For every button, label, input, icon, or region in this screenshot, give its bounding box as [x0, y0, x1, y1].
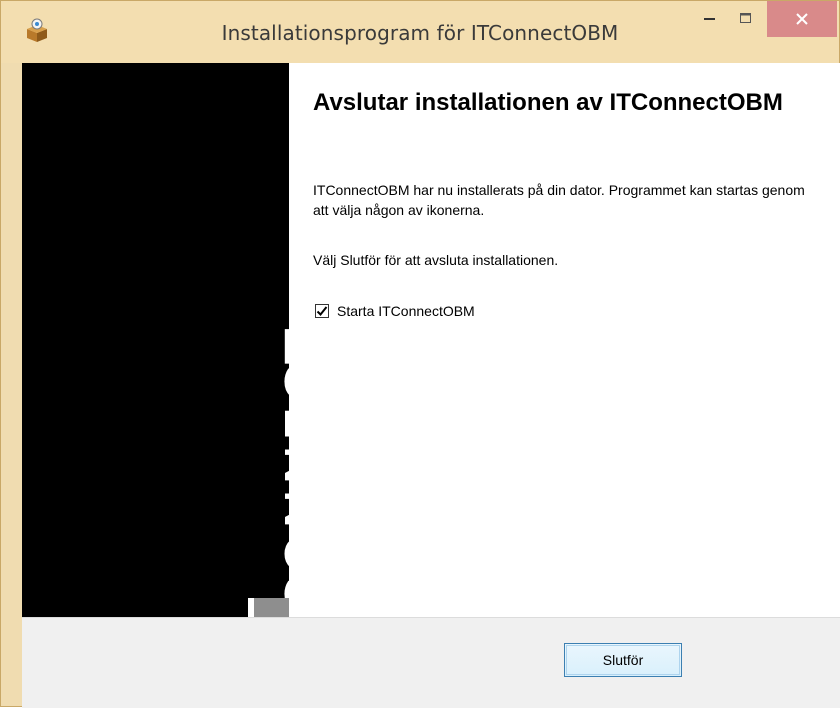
installer-client-area: CONNECT Avslutar installationen av ITCon…	[22, 63, 840, 708]
finish-button[interactable]: Slutför	[564, 643, 682, 677]
banner-logo-text: CONNECT	[275, 327, 289, 617]
side-banner-image: CONNECT	[22, 63, 289, 617]
finish-button-label: Slutför	[602, 652, 644, 668]
close-button[interactable]	[767, 1, 837, 37]
button-bar: Slutför	[22, 617, 840, 708]
launch-app-option[interactable]: Starta ITConnectOBM	[315, 303, 475, 319]
finish-instruction-text: Välj Slutför för att avsluta installatio…	[313, 252, 559, 268]
content-panel: Avslutar installationen av ITConnectOBM …	[289, 63, 840, 617]
minimize-icon	[704, 18, 715, 20]
launch-app-label[interactable]: Starta ITConnectOBM	[337, 303, 475, 319]
banner-accent-grey	[254, 598, 289, 617]
maximize-icon	[740, 13, 751, 23]
checkmark-icon	[316, 306, 328, 316]
launch-app-checkbox[interactable]	[315, 304, 329, 318]
close-icon	[796, 13, 808, 25]
page-heading: Avslutar installationen av ITConnectOBM	[313, 89, 783, 116]
title-bar[interactable]: Installationsprogram för ITConnectOBM	[1, 1, 839, 63]
install-complete-text: ITConnectOBM har nu installerats på din …	[313, 182, 805, 218]
minimize-button[interactable]	[693, 1, 727, 37]
maximize-button[interactable]	[729, 1, 763, 37]
installer-window: Installationsprogram för ITConnectOBM CO…	[0, 0, 840, 708]
